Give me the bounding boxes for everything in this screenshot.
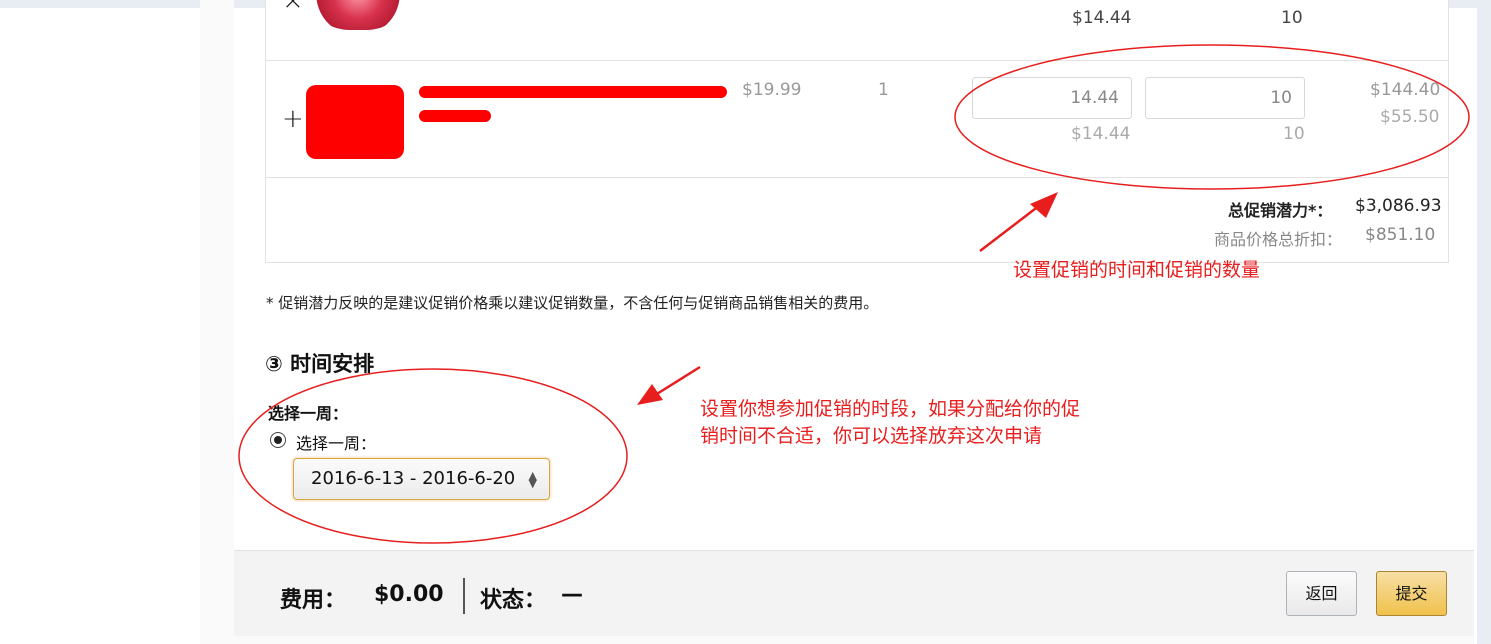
annotation-note-1: 设置促销的时间和促销的数量 [1013, 259, 1261, 281]
annotation-note-2-line1: 设置你想参加促销的时段，如果分配给你的促 [700, 398, 1081, 420]
annotation-arrowhead-1 [1030, 192, 1058, 218]
annotation-ellipse-inputs [954, 44, 1470, 190]
annotation-note-2-line2: 销时间不合适，你可以选择放弃这次申请 [700, 425, 1043, 447]
annotation-arrowhead-2 [637, 384, 663, 405]
annotation-arrow-2 [651, 365, 701, 399]
annotation-arrow-1 [979, 201, 1045, 252]
annotation-ellipse-schedule [238, 368, 628, 544]
annotation-overlay [238, 44, 1470, 544]
